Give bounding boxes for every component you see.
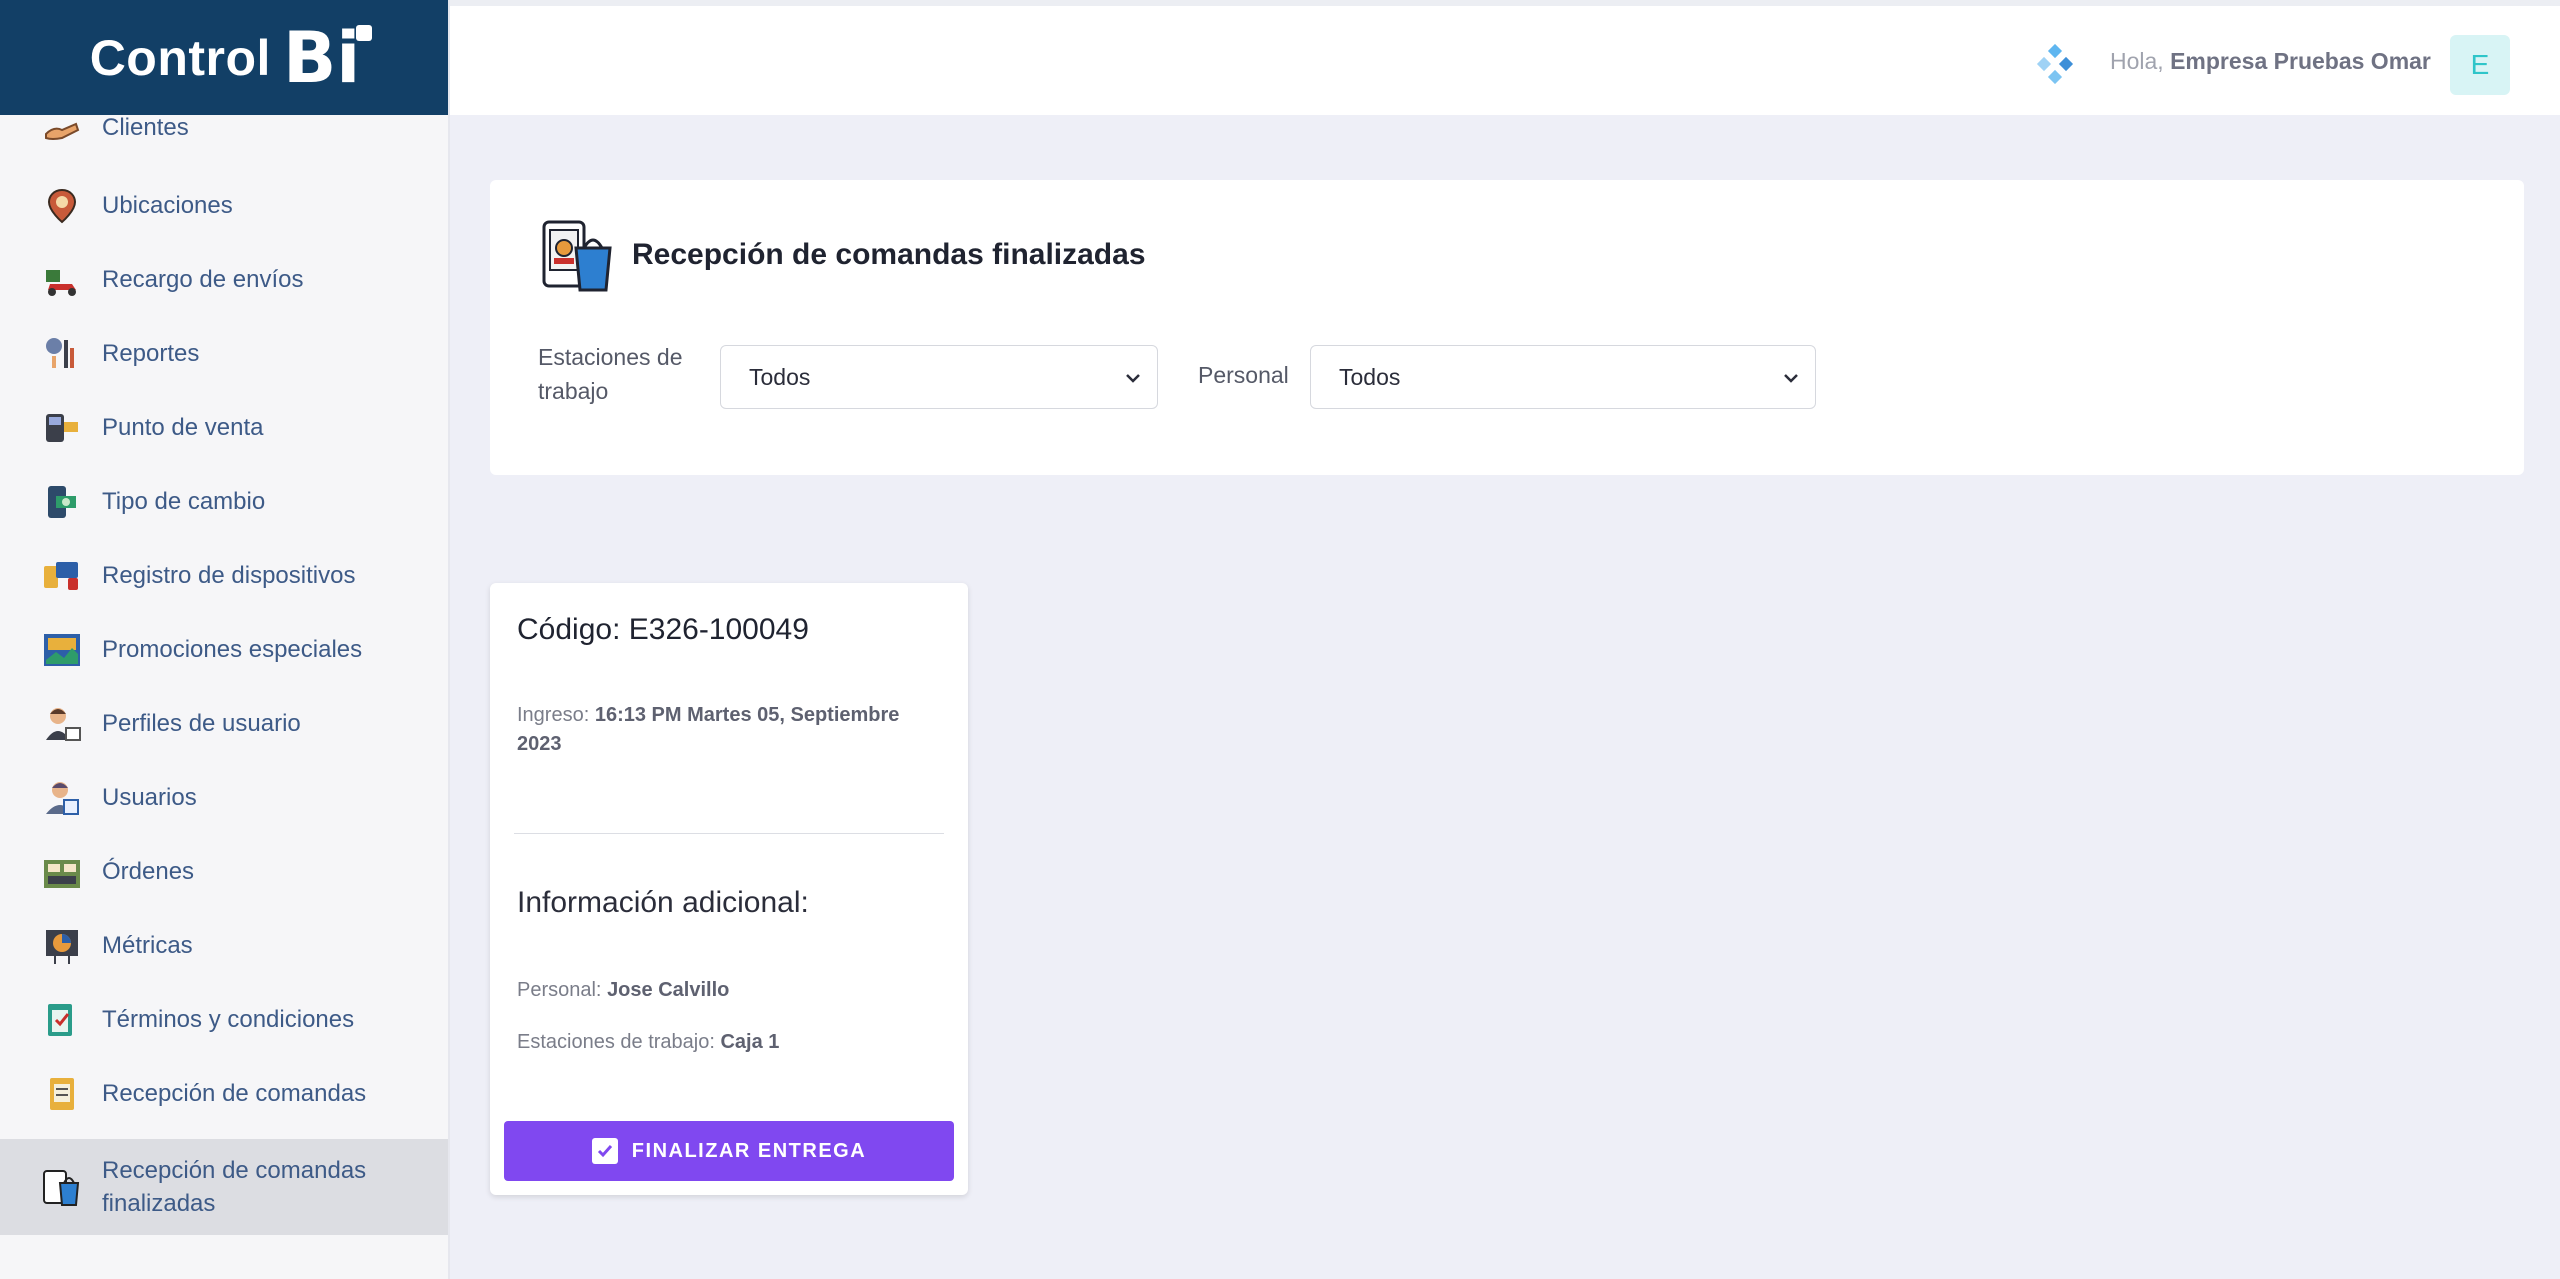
sidebar-item-label: Punto de venta	[102, 414, 264, 441]
metrics-pie-icon	[42, 926, 82, 966]
sidebar-item-usuarios[interactable]: Usuarios	[0, 773, 448, 823]
order-card: Código: E326-100049 Ingreso: 16:13 PM Ma…	[490, 583, 968, 1195]
brand-text: Control	[89, 29, 271, 86]
sidebar-item-recepcion-comandas[interactable]: Recepción de comandas	[0, 1069, 448, 1119]
finalizar-entrega-label: FINALIZAR ENTREGA	[631, 1139, 867, 1162]
greeting: Hola, Empresa Pruebas Omar	[2110, 48, 2431, 75]
sidebar-item-tipo-cambio[interactable]: Tipo de cambio	[0, 477, 448, 527]
sidebar-item-terminos[interactable]: Términos y condiciones	[0, 995, 448, 1045]
order-personal-label: Personal:	[517, 979, 602, 1001]
user-profile-icon	[42, 704, 82, 744]
order-code-label: Código:	[517, 613, 621, 646]
sidebar-item-metricas[interactable]: Métricas	[0, 921, 448, 971]
chevron-down-icon	[1121, 366, 1145, 390]
shopping-bag-phone-icon	[42, 1167, 82, 1207]
report-chart-icon	[42, 334, 82, 374]
clipboard-icon	[42, 1000, 82, 1040]
diamond-cluster-icon[interactable]	[2035, 43, 2075, 85]
sidebar-item-recargo-envios[interactable]: Recargo de envíos	[0, 255, 448, 305]
sidebar-item-label: Promociones especiales	[102, 636, 363, 663]
order-ingreso: Ingreso: 16:13 PM Martes 05, Septiembre …	[517, 701, 937, 759]
sidebar-item-label: Clientes	[102, 114, 189, 141]
sidebar-item-ordenes[interactable]: Órdenes	[0, 847, 448, 897]
sidebar-item-perfiles[interactable]: Perfiles de usuario	[0, 699, 448, 749]
sidebar-item-label-line2: finalizadas	[102, 1190, 216, 1217]
delivery-scooter-icon	[42, 260, 82, 300]
estaciones-select[interactable]: Todos	[720, 345, 1158, 409]
sidebar-item-label: Recepción de comandas finalizadas	[102, 1154, 366, 1220]
sidebar-item-label: Usuarios	[102, 784, 197, 811]
order-estaciones-value: Caja 1	[720, 1031, 780, 1053]
sidebar-item-label: Tipo de cambio	[102, 488, 266, 515]
sidebar-item-label-line1: Recepción de comandas	[102, 1157, 367, 1184]
personal-label: Personal	[1198, 362, 1289, 388]
brand-bi-text: Bi	[282, 16, 361, 99]
orders-board-icon	[42, 852, 82, 892]
filter-card: Recepción de comandas finalizadas Estaci…	[490, 180, 2524, 475]
sidebar-item-label: Recargo de envíos	[102, 266, 304, 293]
shopping-bag-phone-icon	[540, 218, 616, 294]
sidebar: Clientes Ubicaciones Recargo de envíos R…	[0, 0, 450, 1279]
sidebar-item-promociones[interactable]: Promociones especiales	[0, 625, 448, 675]
sidebar-item-reportes[interactable]: Reportes	[0, 329, 448, 379]
sidebar-item-label: Reportes	[102, 340, 200, 367]
sidebar-item-label: Registro de dispositivos	[102, 562, 356, 589]
sidebar-item-ubicaciones[interactable]: Ubicaciones	[0, 181, 448, 231]
sidebar-item-label: Órdenes	[102, 858, 195, 885]
sidebar-item-label: Ubicaciones	[102, 192, 233, 219]
order-estaciones: Estaciones de trabajo: Caja 1	[517, 1031, 779, 1054]
users-icon	[42, 778, 82, 818]
order-ticket-icon	[42, 1074, 82, 1114]
brand-bi: Bi	[282, 16, 373, 99]
sidebar-item-label: Perfiles de usuario	[102, 710, 301, 737]
page-title: Recepción de comandas finalizadas	[632, 238, 1146, 271]
map-pin-icon	[42, 186, 82, 226]
sidebar-item-label: Recepción de comandas	[102, 1080, 367, 1107]
sidebar-item-label: Métricas	[102, 932, 193, 959]
checkbox-check-icon	[591, 1138, 618, 1164]
order-personal: Personal: Jose Calvillo	[517, 979, 729, 1002]
sidebar-item-registro-dispositivos[interactable]: Registro de dispositivos	[0, 551, 448, 601]
personal-select-value: Todos	[1339, 363, 1401, 390]
greeting-prefix: Hola,	[2110, 48, 2164, 74]
personal-select[interactable]: Todos	[1310, 345, 1816, 409]
user-name: Empresa Pruebas Omar	[2170, 48, 2431, 74]
devices-icon	[42, 556, 82, 596]
info-title: Información adicional:	[517, 886, 809, 919]
divider	[514, 833, 944, 834]
estaciones-select-value: Todos	[749, 363, 811, 390]
pos-terminal-icon	[42, 408, 82, 448]
promo-billboard-icon	[42, 630, 82, 670]
order-personal-value: Jose Calvillo	[607, 979, 730, 1001]
brand-logo[interactable]: Control Bi	[0, 0, 448, 115]
order-code-value: E326-100049	[628, 613, 809, 646]
currency-exchange-icon	[42, 482, 82, 522]
avatar[interactable]: E	[2450, 35, 2510, 95]
sidebar-item-recepcion-finalizadas[interactable]: Recepción de comandas finalizadas	[0, 1139, 448, 1235]
order-estaciones-label: Estaciones de trabajo:	[517, 1031, 715, 1053]
estaciones-label: Estaciones de trabajo	[538, 344, 683, 404]
top-header: Hola, Empresa Pruebas Omar E	[450, 0, 2560, 115]
order-code: Código: E326-100049	[517, 613, 809, 647]
finalizar-entrega-button[interactable]: FINALIZAR ENTREGA	[504, 1121, 954, 1181]
order-ingreso-label: Ingreso:	[517, 704, 590, 726]
sidebar-item-punto-venta[interactable]: Punto de venta	[0, 403, 448, 453]
sidebar-item-label: Términos y condiciones	[102, 1006, 355, 1033]
brand-square-icon	[356, 24, 373, 41]
chevron-down-icon	[1779, 366, 1803, 390]
